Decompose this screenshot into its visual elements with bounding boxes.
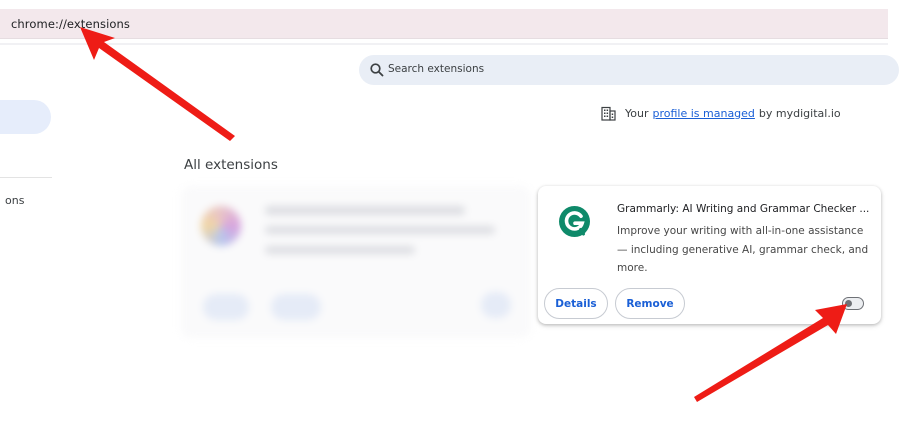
search-box[interactable]: Search extensions <box>359 55 899 85</box>
blurred-toggle <box>481 292 511 318</box>
address-bar[interactable]: chrome://extensions <box>0 9 888 39</box>
blurred-button <box>203 294 249 320</box>
search-input[interactable]: Search extensions <box>388 63 484 75</box>
managed-notice: Your profile is managed by mydigital.io <box>601 104 841 122</box>
toggle-knob <box>845 300 852 307</box>
enable-toggle[interactable] <box>842 297 864 310</box>
top-strip <box>0 0 904 8</box>
blurred-button <box>271 294 321 320</box>
blurred-line <box>265 226 495 234</box>
sidebar-item-label[interactable]: ons <box>5 194 24 207</box>
sidebar-divider <box>0 177 52 178</box>
blurred-extension-icon <box>201 206 241 246</box>
building-icon <box>601 106 616 121</box>
remove-button[interactable]: Remove <box>615 288 685 319</box>
extension-card-grammarly: Grammarly: AI Writing and Grammar Checke… <box>538 186 881 324</box>
profile-managed-link[interactable]: profile is managed <box>652 107 754 120</box>
details-button[interactable]: Details <box>544 288 608 319</box>
managed-suffix: by mydigital.io <box>758 106 841 120</box>
blurred-line <box>265 206 465 215</box>
address-url[interactable]: chrome://extensions <box>11 17 130 31</box>
extension-description: Improve your writing with all-in-one ass… <box>617 225 869 274</box>
extension-name: Grammarly: AI Writing and Grammar Checke… <box>617 203 870 215</box>
search-icon <box>370 63 384 77</box>
sidebar-item-extensions-active[interactable] <box>0 100 51 134</box>
blurred-line <box>265 246 415 254</box>
blurred-extension-card <box>181 186 531 338</box>
toolbar-divider <box>0 43 888 45</box>
section-title: All extensions <box>184 157 278 173</box>
managed-prefix: Your <box>625 106 649 120</box>
grammarly-logo-icon <box>559 206 590 237</box>
